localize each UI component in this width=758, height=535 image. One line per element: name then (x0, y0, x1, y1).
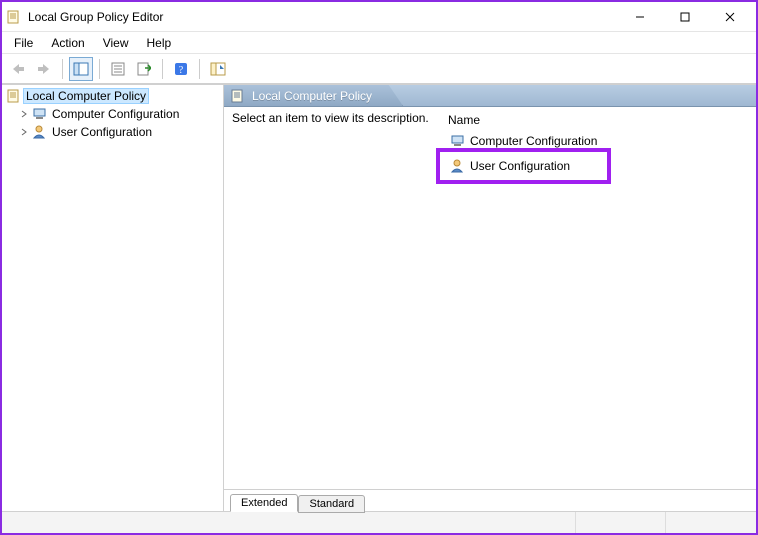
tab-extended[interactable]: Extended (230, 494, 298, 512)
policy-icon (6, 88, 22, 104)
detail-tabs: Extended Standard (224, 489, 756, 511)
tree-pane[interactable]: Local Computer Policy Computer Configura… (2, 85, 224, 511)
status-cell (666, 512, 756, 533)
menu-action[interactable]: Action (43, 34, 92, 52)
policy-icon (230, 88, 246, 104)
annotation-highlight: User Configuration (436, 148, 611, 184)
title-bar: Local Group Policy Editor (2, 2, 756, 32)
detail-header-title: Local Computer Policy (252, 89, 372, 103)
close-button[interactable] (707, 3, 752, 31)
tab-standard[interactable]: Standard (298, 495, 365, 513)
help-button[interactable]: ? (169, 57, 193, 81)
list-column: Name Computer Configuration User Configu (448, 111, 748, 485)
toolbar-separator (199, 59, 200, 79)
tree-root-label: Local Computer Policy (24, 89, 148, 103)
status-bar (2, 511, 756, 533)
computer-icon (450, 133, 466, 149)
computer-icon (32, 106, 48, 122)
chevron-right-icon[interactable] (18, 126, 30, 138)
app-icon (6, 9, 22, 25)
show-hide-tree-button[interactable] (69, 57, 93, 81)
description-prompt: Select an item to view its description. (232, 111, 432, 125)
tree-item-computer-config[interactable]: Computer Configuration (2, 105, 223, 123)
column-header-name[interactable]: Name (448, 111, 748, 132)
tree-root[interactable]: Local Computer Policy (2, 87, 223, 105)
maximize-button[interactable] (662, 3, 707, 31)
description-column: Select an item to view its description. (232, 111, 432, 485)
app-window: Local Group Policy Editor File Action Vi… (0, 0, 758, 535)
toolbar-separator (162, 59, 163, 79)
detail-header: Local Computer Policy (224, 85, 756, 107)
list-item-label: User Configuration (470, 159, 570, 173)
back-button[interactable] (6, 57, 30, 81)
list-item-user-config[interactable]: User Configuration (450, 157, 570, 175)
status-cell (2, 512, 576, 533)
menu-help[interactable]: Help (139, 34, 180, 52)
tree-item-user-config[interactable]: User Configuration (2, 123, 223, 141)
window-controls (617, 3, 752, 31)
user-icon (450, 158, 466, 174)
menu-view[interactable]: View (95, 34, 137, 52)
list-item-label: Computer Configuration (470, 134, 597, 148)
export-button[interactable] (132, 57, 156, 81)
forward-button[interactable] (32, 57, 56, 81)
status-cell (576, 512, 666, 533)
chevron-right-icon[interactable] (18, 108, 30, 120)
minimize-button[interactable] (617, 3, 662, 31)
filter-button[interactable] (206, 57, 230, 81)
svg-text:?: ? (179, 65, 184, 76)
toolbar-separator (99, 59, 100, 79)
main-body: Local Computer Policy Computer Configura… (2, 84, 756, 511)
properties-button[interactable] (106, 57, 130, 81)
menu-file[interactable]: File (6, 34, 41, 52)
detail-content: Select an item to view its description. … (224, 107, 756, 489)
tree-item-label: Computer Configuration (50, 107, 181, 121)
tree-item-label: User Configuration (50, 125, 154, 139)
toolbar-separator (62, 59, 63, 79)
menu-bar: File Action View Help (2, 32, 756, 54)
window-title: Local Group Policy Editor (28, 10, 617, 24)
user-icon (32, 124, 48, 140)
toolbar: ? (2, 54, 756, 84)
detail-pane: Local Computer Policy Select an item to … (224, 85, 756, 511)
